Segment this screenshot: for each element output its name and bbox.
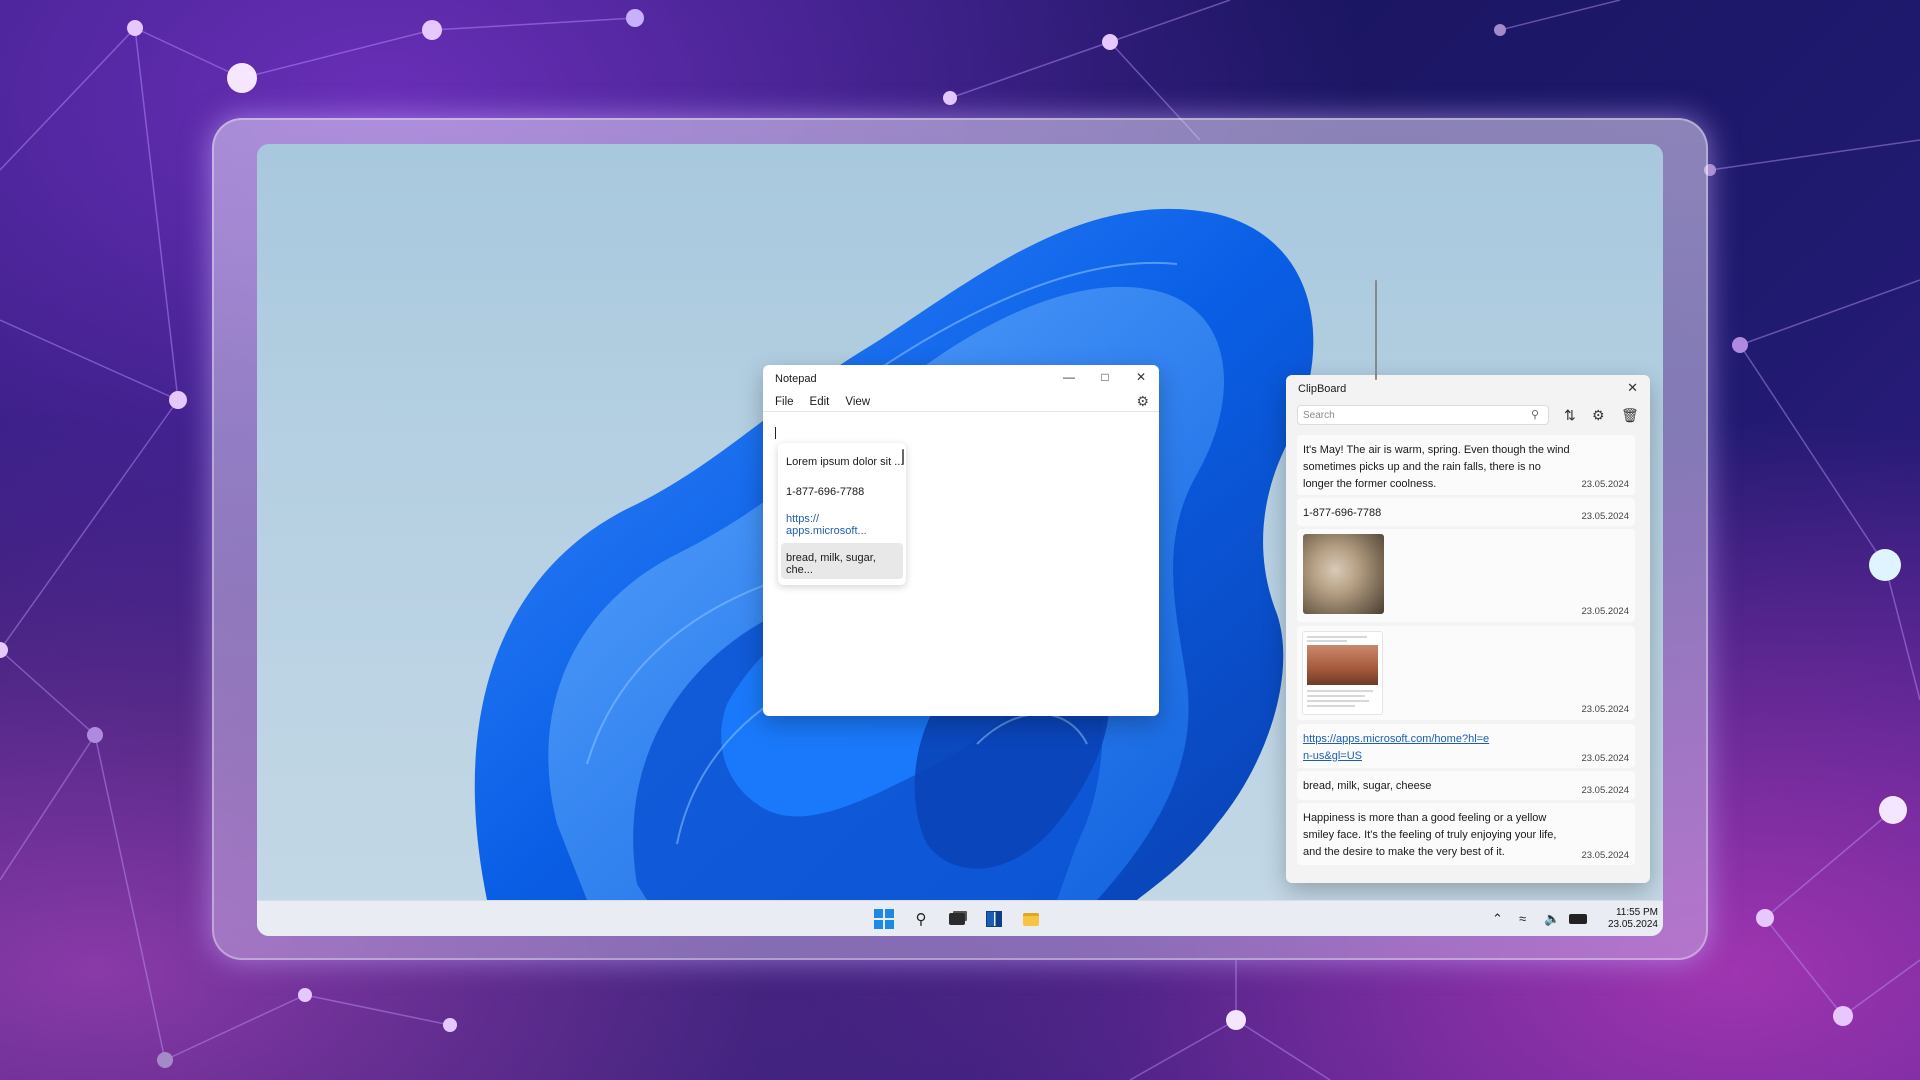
- gear-icon[interactable]: ⚙: [1136, 393, 1149, 410]
- document-image-thumbnail: [1303, 632, 1382, 714]
- clipboard-item-date: 23.05.2024: [1581, 606, 1629, 617]
- text-caret: [775, 427, 776, 439]
- clipboard-item-date: 23.05.2024: [1581, 850, 1629, 861]
- clipboard-item[interactable]: It's May! The air is warm, spring. Even …: [1297, 435, 1635, 495]
- clipboard-suggestions-popup: Lorem ipsum dolor sit ... 1-877-696-7788…: [778, 443, 906, 585]
- suggestion-item[interactable]: che...: [786, 564, 813, 576]
- trash-icon[interactable]: 🗑: [1621, 407, 1639, 424]
- clipboard-item[interactable]: https://apps.microsoft.com/home?hl=en-us…: [1297, 724, 1635, 768]
- clock-date: 23.05.2024: [1607, 919, 1658, 930]
- clipboard-item[interactable]: Happiness is more than a good feeling or…: [1297, 803, 1635, 865]
- clipboard-scrollbar[interactable]: [1375, 280, 1377, 380]
- maximize-icon[interactable]: □: [1087, 365, 1123, 389]
- clipboard-item-date: 23.05.2024: [1581, 511, 1629, 522]
- search-icon[interactable]: ⚲: [1531, 408, 1539, 421]
- kitten-image-thumbnail: [1303, 534, 1384, 614]
- clipboard-title: ClipBoard: [1298, 383, 1347, 395]
- battery-icon[interactable]: [1569, 914, 1587, 924]
- suggestion-item[interactable]: 1-877-696-7788: [786, 486, 864, 498]
- clipboard-item-date: 23.05.2024: [1581, 479, 1629, 490]
- clipboard-item-date: 23.05.2024: [1581, 753, 1629, 764]
- system-clock[interactable]: 11:55 PM 23.05.2024: [1604, 907, 1658, 931]
- clipboard-window[interactable]: ClipBoard ✕ ⚲ ⇅ ⚙ 🗑 It's May! The air is…: [1286, 375, 1650, 883]
- clipboard-item-text: bread, milk, sugar, cheese: [1303, 780, 1432, 792]
- clipboard-item-link[interactable]: https://apps.microsoft.com/home?hl=en-us…: [1303, 731, 1493, 765]
- suggestion-item-link[interactable]: apps.microsoft...: [786, 525, 867, 537]
- clipboard-item-text: It's May! The air is warm, spring. Even …: [1303, 444, 1570, 490]
- clipboard-item-text: 1-877-696-7788: [1303, 507, 1382, 519]
- wifi-icon[interactable]: ≈: [1519, 911, 1526, 926]
- suggestion-item-link[interactable]: https://: [786, 513, 819, 525]
- close-icon[interactable]: ✕: [1627, 380, 1638, 396]
- widgets-icon[interactable]: [984, 909, 1004, 929]
- menu-view[interactable]: View: [845, 396, 870, 408]
- search-icon[interactable]: ⚲: [911, 909, 931, 929]
- task-view-icon[interactable]: [947, 909, 967, 929]
- notepad-window[interactable]: Notepad — □ ✕ File Edit View ⚙ Lorem ips…: [763, 365, 1159, 716]
- start-icon[interactable]: [874, 909, 894, 929]
- clipboard-item[interactable]: bread, milk, sugar, cheese 23.05.2024: [1297, 771, 1635, 800]
- gear-icon[interactable]: ⚙: [1592, 407, 1605, 424]
- chevron-up-icon[interactable]: ⌃: [1492, 911, 1503, 927]
- menu-bar: File Edit View: [775, 396, 870, 408]
- minimize-icon[interactable]: —: [1051, 365, 1087, 389]
- volume-icon[interactable]: 🔈: [1544, 911, 1560, 927]
- clipboard-item-date: 23.05.2024: [1581, 785, 1629, 796]
- sort-icon[interactable]: ⇅: [1564, 407, 1576, 424]
- menu-file[interactable]: File: [775, 396, 794, 408]
- close-icon[interactable]: ✕: [1123, 365, 1159, 389]
- clipboard-item-date: 23.05.2024: [1581, 704, 1629, 715]
- file-explorer-icon[interactable]: [1021, 909, 1041, 929]
- taskbar: ⚲ ⌃ ≈ 🔈 11:55 PM 23.05.2024: [257, 900, 1663, 936]
- suggestion-item[interactable]: Lorem ipsum dolor sit ...: [786, 456, 903, 468]
- window-controls: — □ ✕: [1051, 365, 1159, 389]
- desktop-screen: Notepad — □ ✕ File Edit View ⚙ Lorem ips…: [257, 144, 1663, 936]
- clipboard-item-image[interactable]: 23.05.2024: [1297, 529, 1635, 622]
- suggestion-item[interactable]: bread, milk, sugar,: [786, 552, 876, 564]
- search-input[interactable]: [1297, 405, 1549, 425]
- menu-edit[interactable]: Edit: [810, 396, 830, 408]
- clipboard-item[interactable]: 1-877-696-7788 23.05.2024: [1297, 498, 1635, 526]
- notepad-title: Notepad: [775, 373, 817, 385]
- clipboard-item-image[interactable]: 23.05.2024: [1297, 626, 1635, 720]
- clipboard-item-text: Happiness is more than a good feeling or…: [1303, 812, 1557, 858]
- clock-time: 11:55 PM: [1615, 907, 1658, 918]
